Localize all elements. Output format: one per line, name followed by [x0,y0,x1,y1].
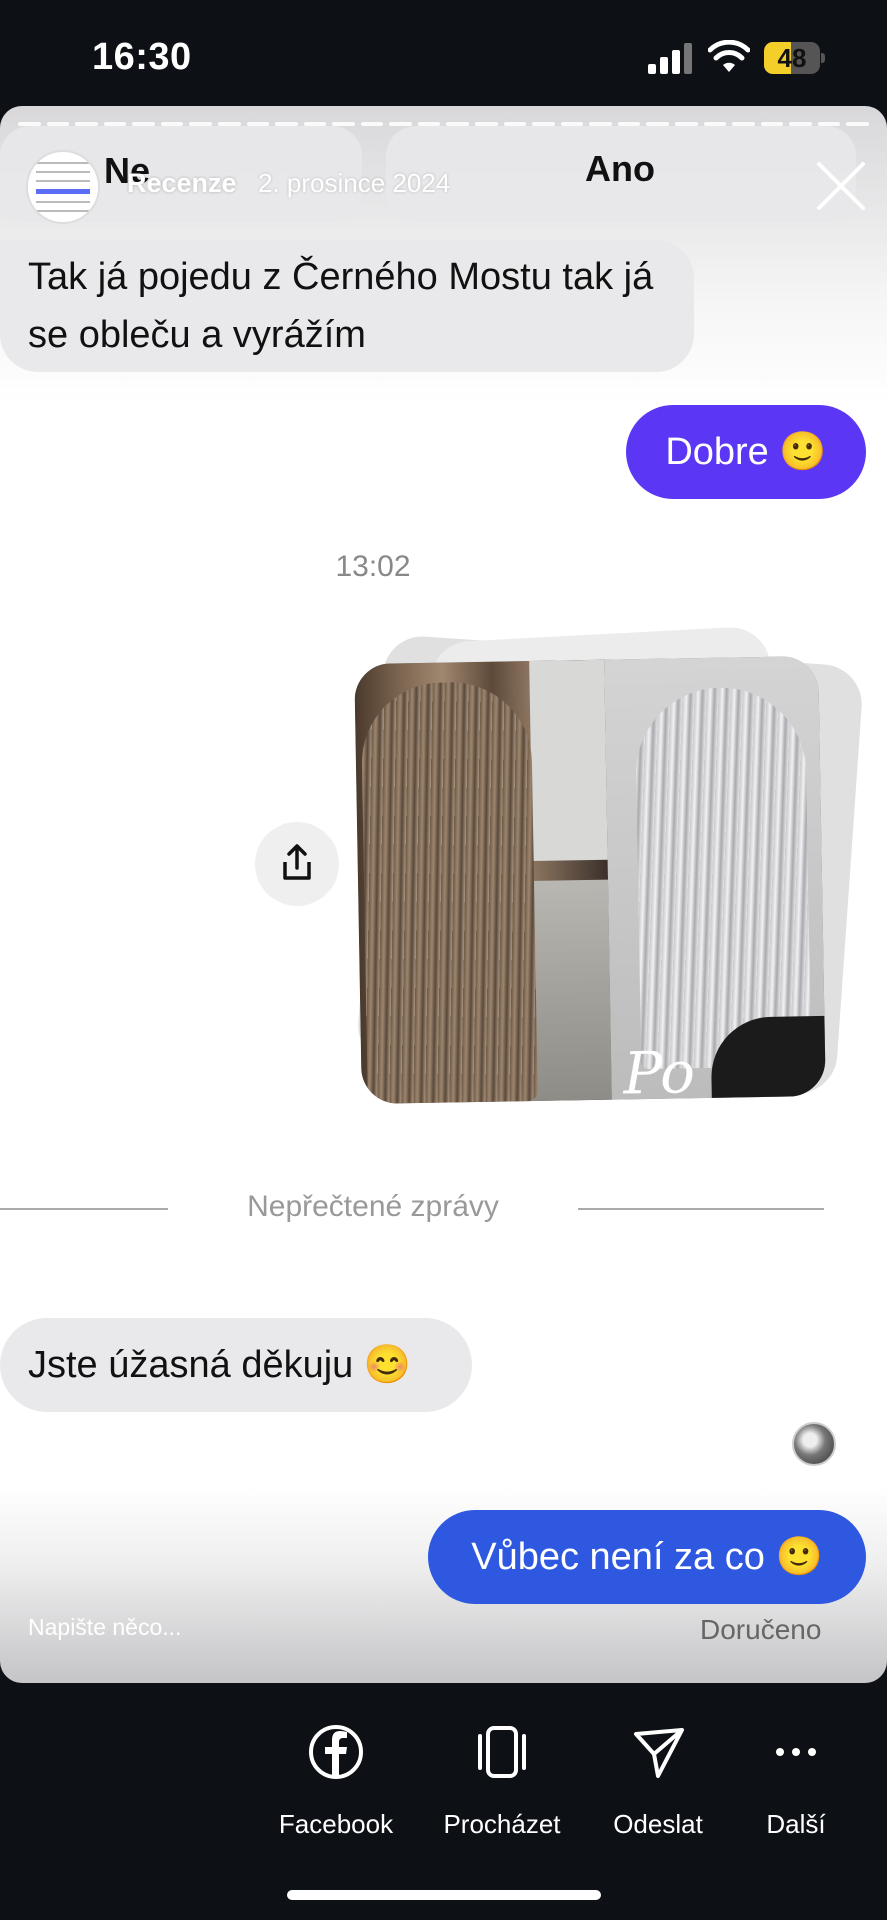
share-button[interactable] [255,822,339,906]
more-label: Další [766,1809,826,1839]
cellular-signal-icon [648,42,694,74]
more-button[interactable]: Další [726,1722,866,1840]
facebook-label: Facebook [278,1809,394,1839]
photo-caption: Po [622,1038,696,1105]
unread-divider-label: Nepřečtené zprávy [247,1190,499,1223]
incoming-message: Tak já pojedu z Černého Mostu tak já se … [0,240,694,372]
close-icon[interactable] [815,160,867,212]
browse-icon [478,1726,526,1778]
facebook-button[interactable]: Facebook [266,1722,406,1840]
delivery-status: Doručeno [700,1614,822,1645]
poll-yes-label: Ano [585,148,655,189]
reply-input[interactable]: Napište něco... [28,1614,181,1641]
photo-after [604,655,826,1105]
incoming-message: Jste úžasná děkuju 😊 [0,1318,472,1412]
more-icon [776,1748,816,1756]
seen-avatar [792,1422,836,1466]
battery-percentage: 48 [777,43,807,73]
story-avatar[interactable] [26,150,100,224]
message-timestamp: 13:02 [335,550,411,583]
wifi-icon [708,40,750,72]
share-icon [283,844,311,880]
outgoing-message: Dobre 🙂 [626,405,866,499]
home-indicator[interactable] [287,1890,601,1900]
send-label: Odeslat [613,1809,703,1839]
send-icon [634,1728,684,1778]
browse-button[interactable]: Procházet [432,1722,572,1840]
battery-icon: 48 [764,42,826,74]
outgoing-message: Vůbec není za co 🙂 [428,1510,866,1604]
status-time: 16:30 [92,36,192,78]
send-button[interactable]: Odeslat [588,1722,728,1840]
story-title[interactable]: Recenze [127,168,237,199]
browse-label: Procházet [443,1809,561,1839]
photo-before [354,659,612,1105]
facebook-icon [309,1725,363,1779]
status-bar: 16:30 48 [0,0,887,110]
story-date: 2. prosince 2024 [258,168,451,198]
shared-photo-before-after[interactable]: Po [354,655,826,1105]
